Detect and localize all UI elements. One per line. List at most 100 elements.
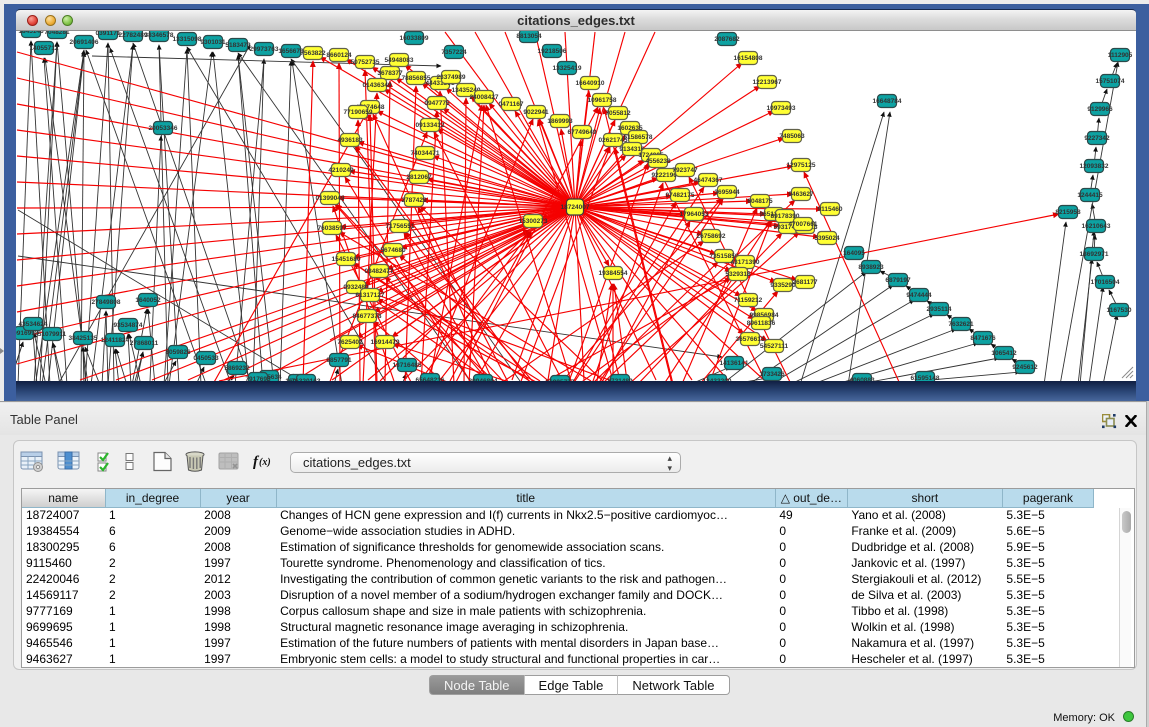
svg-text:17964053: 17964053 <box>680 211 709 218</box>
svg-text:12975125: 12975125 <box>787 162 816 169</box>
svg-text:8471676: 8471676 <box>970 335 996 342</box>
svg-text:16154808: 16154808 <box>734 55 763 62</box>
svg-text:9245612: 9245612 <box>1012 364 1038 371</box>
svg-text:7048281: 7048281 <box>44 31 70 36</box>
svg-text:2681177: 2681177 <box>793 279 818 286</box>
svg-text:12411824: 12411824 <box>101 337 130 344</box>
svg-text:12213967: 12213967 <box>753 79 782 86</box>
svg-text:71159212: 71159212 <box>734 297 763 304</box>
svg-text:1640052: 1640052 <box>135 297 161 304</box>
svg-text:54527111: 54527111 <box>760 343 789 350</box>
svg-text:5329318: 5329318 <box>725 271 751 278</box>
svg-text:7563822: 7563822 <box>300 50 326 57</box>
svg-text:7625402: 7625402 <box>337 339 363 346</box>
svg-text:15300273: 15300273 <box>519 218 548 225</box>
svg-text:9857791: 9857791 <box>326 357 352 364</box>
svg-text:26758692: 26758692 <box>697 233 726 240</box>
svg-text:7357224: 7357224 <box>441 49 467 56</box>
svg-text:20691406: 20691406 <box>70 39 99 46</box>
svg-text:9115460: 9115460 <box>818 206 843 213</box>
svg-text:03482477: 03482477 <box>365 268 394 275</box>
svg-text:15451680: 15451680 <box>332 256 361 263</box>
svg-text:46474367: 46474367 <box>694 177 723 184</box>
svg-text:9301031: 9301031 <box>200 39 226 46</box>
svg-text:2087682: 2087682 <box>714 36 740 43</box>
svg-text:8660124: 8660124 <box>326 52 352 59</box>
svg-text:09133412: 09133412 <box>416 122 445 129</box>
svg-text:27849808: 27849808 <box>92 299 121 306</box>
svg-text:01436349: 01436349 <box>363 82 392 89</box>
svg-text:8059826: 8059826 <box>165 349 191 356</box>
svg-text:3678377: 3678377 <box>377 70 403 77</box>
svg-text:84677378: 84677378 <box>353 313 382 320</box>
svg-text:89611836: 89611836 <box>747 320 776 327</box>
svg-text:0471167: 0471167 <box>499 101 524 108</box>
svg-text:6048175: 6048175 <box>747 198 773 205</box>
svg-text:9129966: 9129966 <box>1087 106 1113 113</box>
svg-text:(x): (x) <box>259 457 271 468</box>
svg-text:54948083: 54948083 <box>385 57 414 64</box>
svg-text:27868011: 27868011 <box>130 340 159 347</box>
svg-text:4556238: 4556238 <box>645 158 671 165</box>
svg-text:47007661: 47007661 <box>789 221 818 228</box>
svg-text:90916998: 90916998 <box>16 330 39 337</box>
svg-text:15751074: 15751074 <box>1096 78 1125 85</box>
svg-text:7055812: 7055812 <box>605 110 631 117</box>
svg-text:13315098: 13315098 <box>173 36 202 43</box>
svg-text:2787429: 2787429 <box>401 197 427 204</box>
svg-text:1167530: 1167530 <box>1107 307 1132 314</box>
svg-text:8215958: 8215958 <box>1055 209 1081 216</box>
svg-text:5674680: 5674680 <box>380 247 406 254</box>
svg-text:19218506: 19218506 <box>538 48 567 55</box>
svg-text:14136141: 14136141 <box>720 360 749 367</box>
svg-text:13325419: 13325419 <box>553 65 582 72</box>
svg-text:22782489: 22782489 <box>119 32 148 39</box>
svg-text:29973763: 29973763 <box>250 46 279 53</box>
svg-text:16033809: 16033809 <box>400 35 429 42</box>
svg-text:10973493: 10973493 <box>767 105 796 112</box>
svg-text:0947775: 0947775 <box>424 100 450 107</box>
svg-text:5869232: 5869232 <box>224 365 250 372</box>
svg-text:0391171: 0391171 <box>96 31 121 37</box>
svg-text:14055712: 14055712 <box>30 45 59 52</box>
svg-text:61317127: 61317127 <box>356 292 385 299</box>
svg-text:1244415: 1244415 <box>1077 192 1103 199</box>
svg-text:13692971: 13692971 <box>1080 251 1109 258</box>
svg-text:17016504: 17016504 <box>1091 279 1120 286</box>
svg-text:23374989: 23374989 <box>437 74 466 81</box>
svg-text:24008427: 24008427 <box>470 94 499 101</box>
svg-text:9022941: 9022941 <box>523 109 549 116</box>
svg-text:13716485: 13716485 <box>393 362 422 369</box>
svg-text:164095: 164095 <box>843 250 865 257</box>
svg-text:61586578: 61586578 <box>624 134 653 141</box>
svg-text:9227342: 9227342 <box>1084 135 1110 142</box>
svg-text:36576615: 36576615 <box>736 336 765 343</box>
svg-text:0450533: 0450533 <box>193 355 219 362</box>
svg-text:8813054: 8813054 <box>516 33 542 40</box>
svg-text:1845146: 1845146 <box>18 31 44 35</box>
svg-text:1112905: 1112905 <box>1108 52 1133 59</box>
svg-text:43171390: 43171390 <box>731 259 760 266</box>
svg-text:76038597: 76038597 <box>318 225 347 232</box>
svg-text:1733426: 1733426 <box>759 371 785 378</box>
svg-text:4210249: 4210249 <box>328 167 354 174</box>
svg-text:16648784: 16648784 <box>873 98 902 105</box>
svg-text:4936183: 4936183 <box>337 137 363 144</box>
svg-text:38346578: 38346578 <box>145 32 174 39</box>
svg-text:01399049: 01399049 <box>316 195 345 202</box>
svg-text:74034471: 74034471 <box>411 150 440 157</box>
svg-text:12093832: 12093832 <box>1080 163 1109 170</box>
svg-text:51079911: 51079911 <box>38 331 67 338</box>
svg-text:07482175: 07482175 <box>666 192 695 199</box>
svg-text:16640910: 16640910 <box>576 80 605 87</box>
svg-text:16210643: 16210643 <box>1082 223 1111 230</box>
svg-text:9474444: 9474444 <box>906 292 932 299</box>
svg-text:10961758: 10961758 <box>588 97 617 104</box>
svg-text:8938923: 8938923 <box>858 264 884 271</box>
svg-text:71756551: 71756551 <box>386 223 415 230</box>
svg-text:1065412: 1065412 <box>991 350 1017 357</box>
svg-text:93534874: 93534874 <box>114 322 143 329</box>
svg-text:50752735: 50752735 <box>351 59 380 66</box>
svg-text:5183473: 5183473 <box>225 42 251 49</box>
svg-text:38425135: 38425135 <box>69 335 98 342</box>
